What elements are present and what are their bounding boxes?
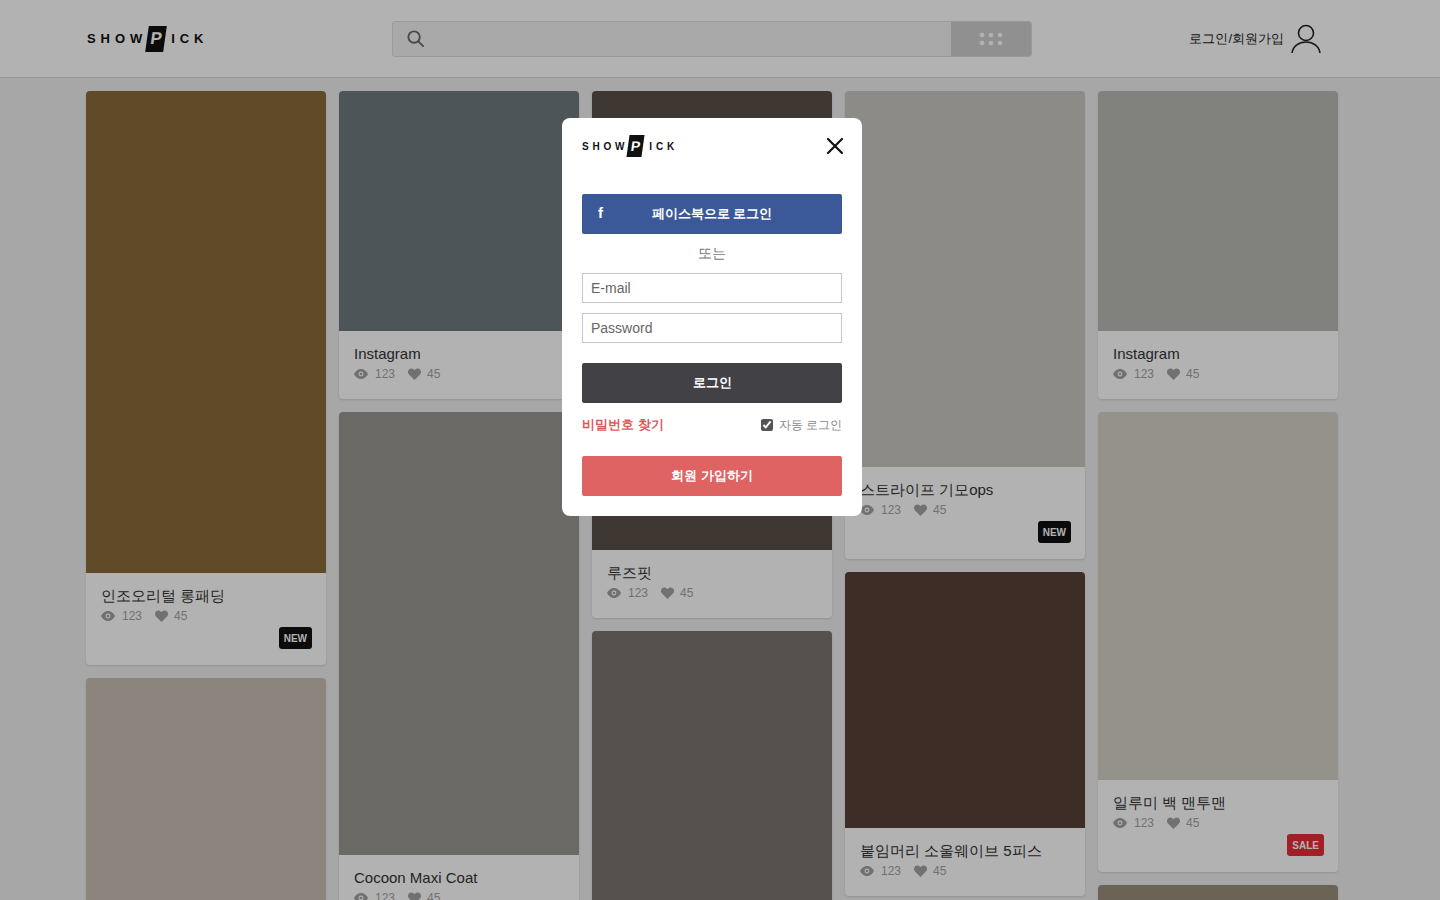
email-input[interactable] bbox=[582, 273, 842, 303]
password-input[interactable] bbox=[582, 313, 842, 343]
logo-mark: P bbox=[627, 135, 645, 157]
login-options: 비밀번호 찾기 자동 로그인 bbox=[582, 415, 842, 435]
facebook-login-button[interactable]: f 페이스북으로 로그인 bbox=[582, 194, 842, 234]
auto-login[interactable]: 자동 로그인 bbox=[761, 416, 842, 434]
find-password-link[interactable]: 비밀번호 찾기 bbox=[582, 415, 664, 435]
auto-login-checkbox[interactable] bbox=[761, 419, 773, 431]
logo[interactable]: SHOWP ICK bbox=[582, 135, 678, 157]
login-button[interactable]: 로그인 bbox=[582, 363, 842, 403]
login-modal: SHOWP ICK f 페이스북으로 로그인또는로그인비밀번호 찾기 자동 로그인회원 … bbox=[562, 118, 862, 516]
logo-text: SHOW bbox=[582, 139, 628, 154]
facebook-login-label: 페이스북으로 로그인 bbox=[652, 204, 773, 224]
modal-header: SHOWP ICK bbox=[582, 132, 842, 160]
divider-text: 또는 bbox=[582, 234, 842, 273]
logo-text: ICK bbox=[649, 139, 678, 154]
auto-login-label: 자동 로그인 bbox=[779, 416, 842, 434]
close-icon[interactable] bbox=[826, 137, 844, 155]
signup-button[interactable]: 회원 가입하기 bbox=[582, 456, 842, 496]
facebook-icon: f bbox=[598, 203, 603, 223]
